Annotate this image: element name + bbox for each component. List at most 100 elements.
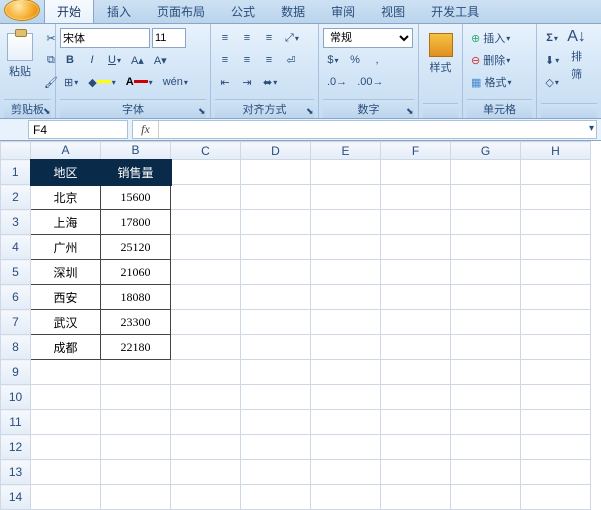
cell-B3[interactable]: 17800	[101, 210, 171, 235]
cell-C13[interactable]	[171, 460, 241, 485]
cell-D13[interactable]	[241, 460, 311, 485]
tab-5[interactable]: 审阅	[318, 0, 368, 23]
cell-B4[interactable]: 25120	[101, 235, 171, 260]
cell-B12[interactable]	[101, 435, 171, 460]
row-header-6[interactable]: 6	[1, 285, 31, 310]
cell-B8[interactable]: 22180	[101, 335, 171, 360]
col-header-E[interactable]: E	[311, 142, 381, 160]
cell-E11[interactable]	[311, 410, 381, 435]
cell-H14[interactable]	[521, 485, 591, 510]
row-header-4[interactable]: 4	[1, 235, 31, 260]
cell-C10[interactable]	[171, 385, 241, 410]
fill-color-button[interactable]: ◆▾	[84, 72, 119, 92]
cell-D10[interactable]	[241, 385, 311, 410]
cell-F3[interactable]	[381, 210, 451, 235]
cell-G3[interactable]	[451, 210, 521, 235]
col-header-B[interactable]: B	[101, 142, 171, 160]
cell-G10[interactable]	[451, 385, 521, 410]
tab-3[interactable]: 公式	[218, 0, 268, 23]
fill-button[interactable]: ⬇▾	[541, 50, 563, 70]
cell-E2[interactable]	[311, 185, 381, 210]
cell-A4[interactable]: 广州	[31, 235, 101, 260]
cell-E9[interactable]	[311, 360, 381, 385]
cell-D12[interactable]	[241, 435, 311, 460]
cell-G2[interactable]	[451, 185, 521, 210]
cell-C9[interactable]	[171, 360, 241, 385]
row-header-12[interactable]: 12	[1, 435, 31, 460]
tab-6[interactable]: 视图	[368, 0, 418, 23]
name-box[interactable]: F4	[28, 120, 128, 139]
row-header-2[interactable]: 2	[1, 185, 31, 210]
cell-H13[interactable]	[521, 460, 591, 485]
cell-C6[interactable]	[171, 285, 241, 310]
tab-7[interactable]: 开发工具	[418, 0, 492, 23]
cell-A12[interactable]	[31, 435, 101, 460]
cell-E6[interactable]	[311, 285, 381, 310]
cell-G14[interactable]	[451, 485, 521, 510]
cell-G5[interactable]	[451, 260, 521, 285]
row-header-10[interactable]: 10	[1, 385, 31, 410]
cell-B10[interactable]	[101, 385, 171, 410]
row-header-13[interactable]: 13	[1, 460, 31, 485]
cell-C2[interactable]	[171, 185, 241, 210]
grid-body[interactable]: 1地区销售量2北京156003上海178004广州251205深圳210606西…	[1, 160, 591, 510]
align-middle-button[interactable]: ≡	[237, 28, 257, 48]
cell-F10[interactable]	[381, 385, 451, 410]
decrease-indent-button[interactable]: ⇤	[215, 72, 235, 92]
col-header-G[interactable]: G	[451, 142, 521, 160]
cell-B13[interactable]	[101, 460, 171, 485]
wrap-text-button[interactable]: ⏎	[281, 50, 301, 70]
cell-H8[interactable]	[521, 335, 591, 360]
cell-C1[interactable]	[171, 160, 241, 185]
cell-C14[interactable]	[171, 485, 241, 510]
cell-B11[interactable]	[101, 410, 171, 435]
cell-D6[interactable]	[241, 285, 311, 310]
phonetic-button[interactable]: wén▾	[159, 72, 192, 92]
cell-F4[interactable]	[381, 235, 451, 260]
align-left-button[interactable]: ≡	[215, 50, 235, 70]
cell-G6[interactable]	[451, 285, 521, 310]
col-header-H[interactable]: H	[521, 142, 591, 160]
cell-F2[interactable]	[381, 185, 451, 210]
cell-D14[interactable]	[241, 485, 311, 510]
clear-button[interactable]: ◇▾	[541, 72, 563, 92]
row-header-9[interactable]: 9	[1, 360, 31, 385]
cell-A3[interactable]: 上海	[31, 210, 101, 235]
cell-H4[interactable]	[521, 235, 591, 260]
delete-cells-button[interactable]: ⊖ 删除▾	[467, 50, 532, 70]
cell-F13[interactable]	[381, 460, 451, 485]
cell-H9[interactable]	[521, 360, 591, 385]
cell-G13[interactable]	[451, 460, 521, 485]
row-header-3[interactable]: 3	[1, 210, 31, 235]
border-button[interactable]: ⊞▾	[60, 72, 82, 92]
cell-H7[interactable]	[521, 310, 591, 335]
bold-button[interactable]: B	[60, 50, 80, 70]
cell-D1[interactable]	[241, 160, 311, 185]
paste-button[interactable]: 粘贴	[4, 28, 36, 84]
cell-E7[interactable]	[311, 310, 381, 335]
cell-E12[interactable]	[311, 435, 381, 460]
font-size-input[interactable]	[152, 28, 186, 48]
cell-A8[interactable]: 成都	[31, 335, 101, 360]
styles-button[interactable]: 样式	[423, 28, 458, 80]
shrink-font-button[interactable]: A▾	[150, 50, 171, 70]
increase-decimal-button[interactable]: .0→	[323, 72, 351, 92]
tab-1[interactable]: 插入	[94, 0, 144, 23]
cell-G4[interactable]	[451, 235, 521, 260]
select-all-corner[interactable]	[1, 142, 31, 160]
font-name-input[interactable]	[60, 28, 150, 48]
number-format-select[interactable]: 常规	[323, 28, 413, 48]
align-right-button[interactable]: ≡	[259, 50, 279, 70]
cell-B1[interactable]: 销售量	[101, 160, 171, 185]
cell-B9[interactable]	[101, 360, 171, 385]
cell-A1[interactable]: 地区	[31, 160, 101, 185]
cell-B2[interactable]: 15600	[101, 185, 171, 210]
cell-F8[interactable]	[381, 335, 451, 360]
col-header-A[interactable]: A	[31, 142, 101, 160]
row-header-1[interactable]: 1	[1, 160, 31, 185]
fx-button[interactable]: fx	[133, 121, 159, 138]
cell-D9[interactable]	[241, 360, 311, 385]
cell-G8[interactable]	[451, 335, 521, 360]
font-launcher-icon[interactable]: ⬊	[198, 106, 208, 116]
office-button[interactable]	[4, 0, 40, 21]
